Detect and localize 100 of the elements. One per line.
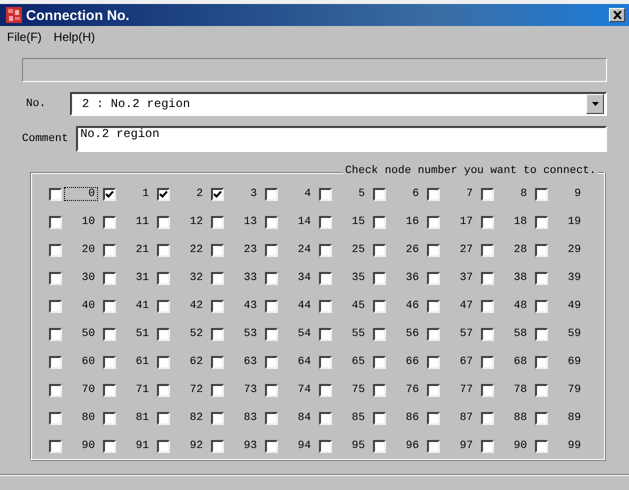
checkbox[interactable] — [373, 244, 386, 256]
checkbox[interactable] — [265, 440, 278, 452]
checkbox[interactable] — [319, 440, 332, 452]
checkbox[interactable] — [265, 356, 278, 368]
checkbox[interactable] — [211, 328, 224, 340]
checkbox[interactable] — [427, 440, 440, 452]
checkbox[interactable] — [265, 272, 278, 284]
checkbox[interactable] — [103, 328, 116, 340]
checkbox[interactable] — [373, 356, 386, 368]
checkbox[interactable] — [427, 188, 440, 200]
checkbox[interactable] — [319, 300, 332, 312]
checkbox[interactable] — [157, 216, 170, 228]
checkbox[interactable] — [265, 384, 278, 396]
checkbox[interactable] — [103, 300, 116, 312]
checkbox[interactable] — [319, 216, 332, 228]
checkbox[interactable] — [265, 244, 278, 256]
checkbox[interactable] — [157, 356, 170, 368]
checkbox[interactable] — [373, 440, 386, 452]
checkbox[interactable] — [535, 188, 548, 200]
checkbox[interactable] — [211, 188, 224, 200]
checkbox[interactable] — [373, 272, 386, 284]
menu-item[interactable]: File(F) — [6, 30, 43, 44]
checkbox[interactable] — [157, 384, 170, 396]
checkbox[interactable] — [265, 216, 278, 228]
checkbox[interactable] — [373, 328, 386, 340]
checkbox[interactable] — [427, 384, 440, 396]
checkbox[interactable] — [211, 300, 224, 312]
checkbox[interactable] — [427, 356, 440, 368]
checkbox[interactable] — [427, 300, 440, 312]
checkbox[interactable] — [103, 384, 116, 396]
checkbox[interactable] — [49, 384, 62, 396]
checkbox[interactable] — [481, 328, 494, 340]
checkbox[interactable] — [481, 216, 494, 228]
checkbox[interactable] — [265, 412, 278, 424]
checkbox[interactable] — [535, 356, 548, 368]
checkbox[interactable] — [427, 244, 440, 256]
checkbox[interactable] — [481, 356, 494, 368]
checkbox[interactable] — [265, 188, 278, 200]
dropdown-button[interactable] — [586, 94, 604, 114]
checkbox[interactable] — [319, 412, 332, 424]
checkbox[interactable] — [265, 328, 278, 340]
checkbox[interactable] — [103, 216, 116, 228]
checkbox[interactable] — [535, 440, 548, 452]
checkbox[interactable] — [481, 244, 494, 256]
menu-item[interactable]: Help(H) — [52, 30, 96, 44]
checkbox[interactable] — [157, 188, 170, 200]
checkbox[interactable] — [535, 328, 548, 340]
checkbox[interactable] — [319, 384, 332, 396]
checkbox[interactable] — [319, 356, 332, 368]
checkbox[interactable] — [49, 216, 62, 228]
checkbox[interactable] — [49, 188, 62, 200]
checkbox[interactable] — [427, 272, 440, 284]
checkbox[interactable] — [103, 188, 116, 200]
checkbox[interactable] — [535, 244, 548, 256]
checkbox[interactable] — [481, 272, 494, 284]
checkbox[interactable] — [211, 356, 224, 368]
checkbox[interactable] — [211, 412, 224, 424]
checkbox[interactable] — [103, 244, 116, 256]
checkbox[interactable] — [373, 412, 386, 424]
comment-field[interactable]: No.2 region — [76, 126, 607, 152]
checkbox[interactable] — [319, 244, 332, 256]
checkbox[interactable] — [157, 272, 170, 284]
checkbox[interactable] — [535, 272, 548, 284]
checkbox[interactable] — [481, 188, 494, 200]
checkbox[interactable] — [481, 300, 494, 312]
checkbox[interactable] — [481, 384, 494, 396]
checkbox[interactable] — [103, 356, 116, 368]
checkbox[interactable] — [49, 300, 62, 312]
checkbox[interactable] — [157, 412, 170, 424]
checkbox[interactable] — [49, 356, 62, 368]
checkbox[interactable] — [211, 384, 224, 396]
checkbox[interactable] — [319, 188, 332, 200]
checkbox[interactable] — [103, 412, 116, 424]
checkbox[interactable] — [157, 244, 170, 256]
checkbox[interactable] — [535, 216, 548, 228]
checkbox[interactable] — [535, 412, 548, 424]
checkbox[interactable] — [373, 216, 386, 228]
checkbox[interactable] — [211, 216, 224, 228]
checkbox[interactable] — [373, 300, 386, 312]
checkbox[interactable] — [427, 216, 440, 228]
checkbox[interactable] — [373, 188, 386, 200]
checkbox[interactable] — [319, 272, 332, 284]
checkbox[interactable] — [535, 384, 548, 396]
checkbox[interactable] — [481, 412, 494, 424]
checkbox[interactable] — [157, 300, 170, 312]
checkbox[interactable] — [265, 300, 278, 312]
checkbox[interactable] — [49, 328, 62, 340]
checkbox[interactable] — [211, 272, 224, 284]
checkbox[interactable] — [49, 244, 62, 256]
checkbox[interactable] — [481, 440, 494, 452]
checkbox[interactable] — [427, 412, 440, 424]
checkbox[interactable] — [157, 328, 170, 340]
checkbox[interactable] — [211, 244, 224, 256]
checkbox[interactable] — [103, 440, 116, 452]
checkbox[interactable] — [373, 384, 386, 396]
checkbox[interactable] — [157, 440, 170, 452]
checkbox[interactable] — [319, 328, 332, 340]
checkbox[interactable] — [211, 440, 224, 452]
checkbox[interactable] — [535, 300, 548, 312]
close-button[interactable] — [609, 8, 625, 22]
